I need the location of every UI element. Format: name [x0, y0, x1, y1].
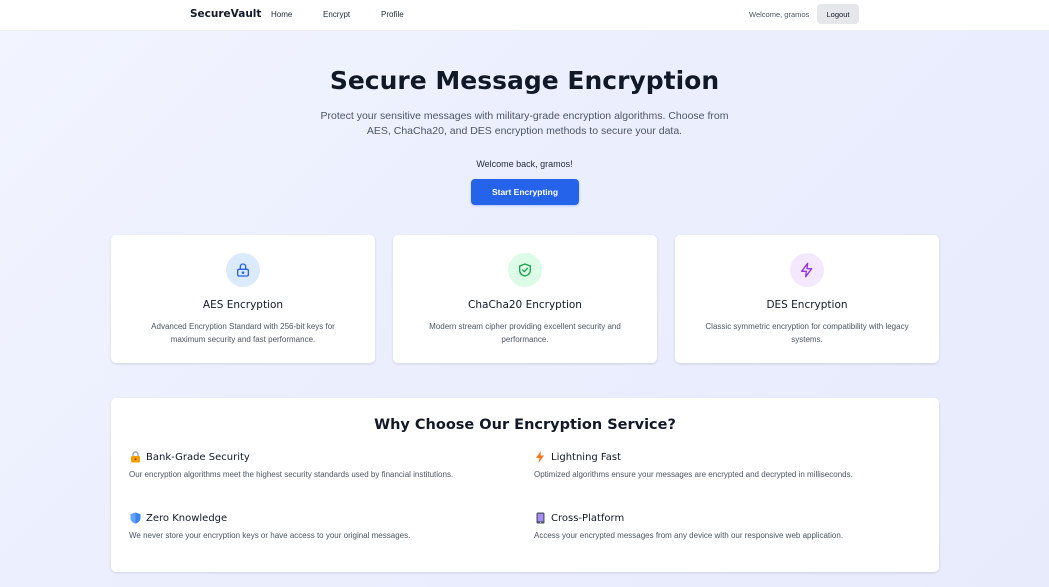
shield-emoji-icon	[129, 512, 141, 524]
page-title: Secure Message Encryption	[329, 66, 720, 95]
lock-icon	[226, 253, 260, 287]
why-choose-section: Why Choose Our Encryption Service? Bank-…	[111, 398, 939, 572]
welcome-user-text: Welcome, gramos	[749, 10, 810, 19]
phone-emoji-icon	[534, 512, 546, 524]
feature-description: Optimized algorithms ensure your message…	[534, 470, 853, 479]
aes-encryption-card: AES Encryption Advanced Encryption Stand…	[111, 235, 375, 363]
logout-button[interactable]: Logout	[817, 4, 859, 24]
card-title: DES Encryption	[766, 299, 848, 311]
card-description: Classic symmetric encryption for compati…	[705, 322, 909, 344]
nav-link-encrypt[interactable]: Encrypt	[323, 10, 350, 19]
card-description: Modern stream cipher providing excellent…	[429, 322, 621, 344]
section-title: Why Choose Our Encryption Service?	[374, 417, 676, 433]
card-title: ChaCha20 Encryption	[468, 299, 582, 311]
lightning-icon	[790, 253, 824, 287]
welcome-back-message: Welcome back, gramos!	[476, 159, 573, 169]
feature-title: Bank-Grade Security	[146, 451, 250, 463]
start-encrypting-button[interactable]: Start Encrypting	[471, 179, 579, 205]
padlock-emoji-icon	[129, 451, 141, 463]
hero-subtitle: Protect your sensitive messages with mil…	[320, 110, 729, 137]
shield-check-icon	[508, 253, 542, 287]
chacha20-encryption-card: ChaCha20 Encryption Modern stream cipher…	[393, 235, 657, 363]
feature-cross-platform: Cross-Platform Access your encrypted mes…	[534, 511, 924, 540]
nav-link-profile[interactable]: Profile	[381, 10, 404, 19]
feature-title: Zero Knowledge	[146, 512, 228, 524]
feature-description: We never store your encryption keys or h…	[129, 531, 411, 540]
feature-title: Lightning Fast	[551, 451, 622, 463]
brand-logo[interactable]: SecureVault	[190, 8, 261, 20]
lightning-emoji-icon	[534, 451, 546, 463]
top-navbar: SecureVault Home Encrypt Profile Welcome…	[0, 0, 1049, 31]
feature-lightning-fast: Lightning Fast Optimized algorithms ensu…	[534, 450, 924, 479]
nav-link-home[interactable]: Home	[271, 10, 292, 19]
feature-description: Our encryption algorithms meet the highe…	[129, 470, 454, 479]
feature-zero-knowledge: Zero Knowledge We never store your encry…	[129, 511, 519, 540]
des-encryption-card: DES Encryption Classic symmetric encrypt…	[675, 235, 939, 363]
feature-description: Access your encrypted messages from any …	[534, 531, 844, 540]
card-title: AES Encryption	[202, 299, 284, 311]
feature-title: Cross-Platform	[551, 512, 625, 524]
feature-bank-grade-security: Bank-Grade Security Our encryption algor…	[129, 450, 519, 479]
card-description: Advanced Encryption Standard with 256-bi…	[151, 322, 335, 344]
